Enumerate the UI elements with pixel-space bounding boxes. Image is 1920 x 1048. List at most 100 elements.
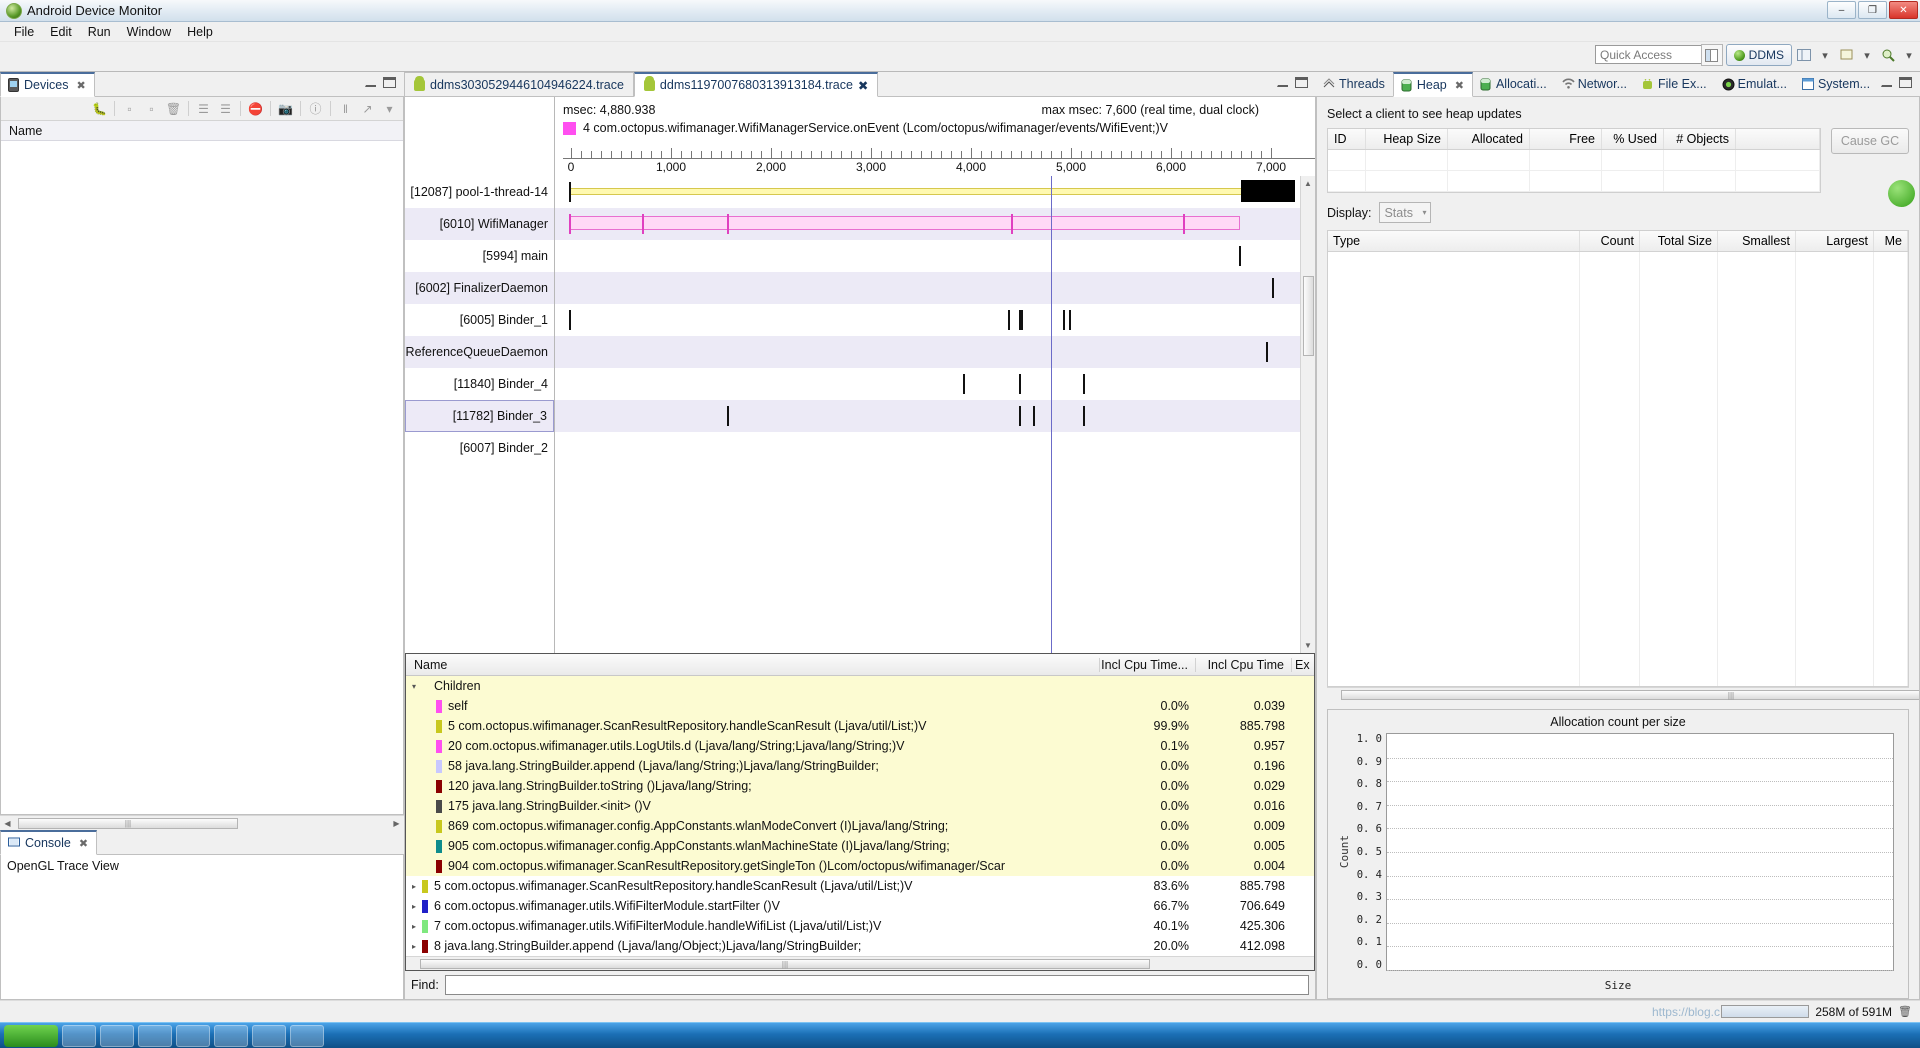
table-row[interactable]: 58 java.lang.StringBuilder.append (Ljava… xyxy=(406,756,1314,776)
column-header-incl-cpu-time-pct[interactable]: Incl Cpu Time... xyxy=(1100,657,1196,672)
column-header-ex[interactable]: Ex xyxy=(1292,658,1314,672)
taskbar-item[interactable] xyxy=(214,1024,248,1047)
tab-fileex[interactable]: File Ex... xyxy=(1635,72,1715,97)
stats-table-body[interactable] xyxy=(1328,252,1908,686)
tab-emulat[interactable]: Emulat... xyxy=(1714,72,1795,97)
tab-allocati[interactable]: Allocati... xyxy=(1472,72,1555,97)
menu-run[interactable]: Run xyxy=(80,23,119,41)
pin-icon[interactable] xyxy=(1837,45,1855,65)
heap-dump-icon[interactable]: ▫ xyxy=(142,99,161,118)
thread-activity-row[interactable] xyxy=(555,208,1300,240)
display-select[interactable]: Stats ▾ xyxy=(1379,202,1432,223)
systrace-icon[interactable]: ‖ xyxy=(336,99,355,118)
table-row[interactable]: 905 com.octopus.wifimanager.config.AppCo… xyxy=(406,836,1314,856)
menu-edit[interactable]: Edit xyxy=(42,23,80,41)
stats-col-type[interactable]: Type xyxy=(1328,231,1580,251)
chart-plot-area[interactable] xyxy=(1386,733,1894,971)
thread-row-label[interactable]: ReferenceQueueDaemon xyxy=(405,336,554,368)
menu-help[interactable]: Help xyxy=(179,23,221,41)
scroll-left-icon[interactable]: ◀ xyxy=(0,819,15,828)
taskbar-item[interactable] xyxy=(290,1024,324,1047)
taskbar-item[interactable] xyxy=(100,1024,134,1047)
maximize-icon[interactable] xyxy=(383,77,396,88)
table-row[interactable]: 175 java.lang.StringBuilder.<init> ()V 0.… xyxy=(406,796,1314,816)
table-row[interactable]: ▸ 6 com.octopus.wifimanager.utils.WifiFil… xyxy=(406,896,1314,916)
scroll-down-icon[interactable]: ▼ xyxy=(1304,638,1312,653)
thread-row-label[interactable]: [6007] Binder_2 xyxy=(405,432,554,464)
devices-hscroll-thumb[interactable]: ||| xyxy=(18,818,238,829)
minimize-icon[interactable] xyxy=(1881,79,1892,87)
stop-icon[interactable]: ⛔ xyxy=(246,99,265,118)
taskbar-item[interactable] xyxy=(252,1024,286,1047)
activity-bar[interactable] xyxy=(569,188,1243,195)
thread-activity-row[interactable] xyxy=(555,432,1300,464)
thread-activity-row[interactable] xyxy=(555,240,1300,272)
stats-hscrollbar[interactable]: ||| xyxy=(1327,687,1919,701)
chevron-down-icon-3[interactable]: ▾ xyxy=(1900,45,1918,65)
table-row[interactable]: ▾ Children xyxy=(406,676,1314,696)
table-row[interactable]: ▸ 5 com.octopus.wifimanager.ScanResultRep… xyxy=(406,876,1314,896)
threads-icon[interactable]: ☰ xyxy=(194,99,213,118)
heap-table-row[interactable] xyxy=(1328,150,1820,171)
taskbar-item[interactable] xyxy=(62,1024,96,1047)
perspective-ddms-button[interactable]: DDMS xyxy=(1725,44,1792,66)
minimize-icon[interactable] xyxy=(1277,79,1288,87)
thread-activity-row[interactable] xyxy=(555,400,1300,432)
heap-summary-table[interactable]: ID Heap Size Allocated Free % Used # Obj… xyxy=(1327,128,1821,193)
close-icon[interactable]: ✖ xyxy=(76,79,85,92)
timeline-cursor[interactable] xyxy=(1051,176,1053,653)
thread-row-label[interactable]: [6005] Binder_1 xyxy=(405,304,554,336)
close-button[interactable]: ✕ xyxy=(1889,1,1918,19)
search-icon[interactable] xyxy=(1879,45,1897,65)
notification-badge[interactable] xyxy=(1888,180,1915,207)
heap-col-pct-used[interactable]: % Used xyxy=(1602,129,1664,149)
tab-networ[interactable]: Networ... xyxy=(1554,72,1636,97)
heap-icon[interactable]: ▫ xyxy=(120,99,139,118)
table-row[interactable]: 20 com.octopus.wifimanager.utils.LogUtil… xyxy=(406,736,1314,756)
heap-stats-table[interactable]: Type Count Total Size Smallest Largest M… xyxy=(1327,230,1909,687)
profile-hscrollbar[interactable]: ||| xyxy=(406,956,1314,970)
column-header-name[interactable]: Name xyxy=(406,657,1100,672)
editor-tab-trace-1[interactable]: ddms3030529446104946224.trace xyxy=(404,72,634,97)
debug-icon[interactable]: 🐛 xyxy=(90,99,109,118)
tab-heap[interactable]: Heap ✖ xyxy=(1392,72,1473,97)
thread-row-label[interactable]: [11782] Binder_3 xyxy=(405,400,554,432)
close-icon[interactable]: ✖ xyxy=(858,78,868,93)
thread-row-label[interactable]: [6010] WifiManager xyxy=(405,208,554,240)
table-row[interactable]: 120 java.lang.StringBuilder.toString ()L… xyxy=(406,776,1314,796)
close-icon[interactable]: ✖ xyxy=(1455,79,1464,92)
menu-file[interactable]: File xyxy=(6,23,42,41)
stats-col-total-size[interactable]: Total Size xyxy=(1640,231,1718,251)
layout-icon[interactable] xyxy=(1795,45,1813,65)
method-profiling-icon[interactable]: ☰ xyxy=(216,99,235,118)
minimize-icon[interactable] xyxy=(365,79,376,87)
expand-arrow-icon[interactable]: ▾ xyxy=(406,682,422,691)
maximize-button[interactable]: ❐ xyxy=(1858,1,1887,19)
minimize-button[interactable]: – xyxy=(1827,1,1856,19)
activity-block[interactable] xyxy=(1241,180,1295,202)
table-row[interactable]: self 0.0% 0.039 xyxy=(406,696,1314,716)
stats-hscroll-thumb[interactable]: ||| xyxy=(1341,690,1919,700)
column-header-incl-cpu-time[interactable]: Incl Cpu Time xyxy=(1196,657,1292,672)
profile-hscroll-thumb[interactable]: ||| xyxy=(420,959,1150,969)
devices-hscrollbar[interactable]: ◀ ||| ▶ xyxy=(0,815,404,830)
chevron-down-icon[interactable]: ▾ xyxy=(1816,45,1834,65)
profile-table-rows[interactable]: ▾ Children self 0.0% 0.039 5 com.octopus.wifi… xyxy=(406,676,1314,956)
stats-col-median[interactable]: Me xyxy=(1874,231,1908,251)
heap-col-objects[interactable]: # Objects xyxy=(1664,129,1736,149)
expand-arrow-icon[interactable]: ▸ xyxy=(406,922,422,931)
stats-col-count[interactable]: Count xyxy=(1580,231,1640,251)
thread-activity-row[interactable] xyxy=(555,336,1300,368)
thread-row-label[interactable]: [6002] FinalizerDaemon xyxy=(405,272,554,304)
table-row[interactable]: ▸ 7 com.octopus.wifimanager.utils.WifiFil… xyxy=(406,916,1314,936)
table-row[interactable]: 904 com.octopus.wifimanager.ScanResultRe… xyxy=(406,856,1314,876)
table-row[interactable]: 869 com.octopus.wifimanager.config.AppCo… xyxy=(406,816,1314,836)
heap-monitor[interactable]: 258M of 591M 🗑 xyxy=(1721,1005,1912,1019)
activity-bar[interactable] xyxy=(568,216,1240,230)
open-perspective-icon[interactable] xyxy=(1700,44,1723,66)
quick-access-input[interactable]: Quick Access xyxy=(1595,45,1715,64)
scroll-right-icon[interactable]: ▶ xyxy=(389,819,404,828)
trace-icon[interactable]: ↗ xyxy=(358,99,377,118)
expand-arrow-icon[interactable]: ▸ xyxy=(406,882,422,891)
heap-col-id[interactable]: ID xyxy=(1328,129,1366,149)
